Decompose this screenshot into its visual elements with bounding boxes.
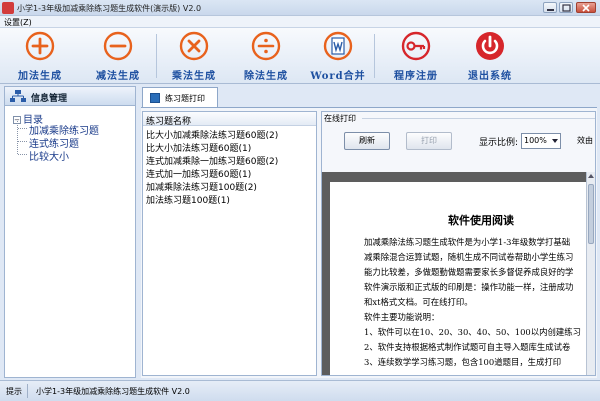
list-item[interactable]: 连式加一加练习题60题(1)	[146, 167, 251, 180]
register-button[interactable]: 程序注册	[384, 30, 448, 82]
sitemap-icon	[10, 90, 26, 102]
tab-exercise-print[interactable]: 练习题打印	[142, 87, 218, 108]
status-divider	[27, 384, 28, 398]
panel-title: 信息管理	[31, 94, 68, 104]
multiply-generate-button[interactable]: 乘法生成	[162, 30, 226, 82]
menu-settings[interactable]: 设置(Z)	[4, 17, 32, 28]
tree-item-compare[interactable]: 比较大小	[18, 148, 69, 163]
exit-label: 退出系统	[468, 71, 512, 82]
preview-page: 软件使用阅读 加减乘除法练习题生成软件是为小学1-3年级数学打基础 减乘除混合运…	[330, 182, 588, 375]
document-line: 能力比较差，多做题勤做题需要家长多督促养成良好的学	[364, 267, 574, 277]
maximize-button[interactable]	[559, 2, 573, 13]
app-icon	[2, 2, 14, 14]
toolbar: 加法生成 减法生成 乘法生成 除法生成 Word合并 程序注册 退出系统	[0, 28, 600, 84]
add-generate-button[interactable]: 加法生成	[8, 30, 72, 82]
menu-bar: 设置(Z)	[0, 16, 600, 28]
toolbar-separator	[156, 34, 157, 78]
maximize-icon	[562, 4, 571, 12]
list-column-header[interactable]: 练习题名称	[143, 112, 316, 127]
list-item[interactable]: 连式加减乘除一加练习题60题(2)	[146, 154, 278, 167]
status-bar: 提示 小学1-3年级加减乘除练习题生成软件 V2.0	[0, 380, 600, 401]
scroll-up-icon[interactable]	[588, 174, 594, 178]
document-line: 1、软件可以在10、20、30、40、50、100以内创建练习	[364, 327, 581, 337]
times-icon	[179, 31, 209, 61]
tab-strip: 练习题打印	[141, 86, 597, 108]
list-item[interactable]: 比大小加减乘除法练习题60题(2)	[146, 128, 278, 141]
divide-generate-label: 除法生成	[244, 71, 288, 82]
minus-icon	[103, 31, 133, 61]
exit-button[interactable]: 退出系统	[458, 30, 522, 82]
list-item[interactable]: 比大小加法练习题60题(1)	[146, 141, 251, 154]
list-item[interactable]: 加法练习题100题(1)	[146, 193, 230, 206]
minimize-button[interactable]	[543, 2, 557, 13]
tab-content: 练习题名称 比大小加减乘除法练习题60题(2) 比大小加法练习题60题(1) 连…	[141, 108, 597, 378]
chevron-down-icon	[552, 139, 558, 143]
document-title: 软件使用阅读	[448, 214, 514, 227]
minimize-icon	[547, 9, 554, 11]
close-button[interactable]	[576, 2, 596, 13]
key-icon	[401, 31, 431, 61]
divide-icon	[251, 31, 281, 61]
document-line: 和xt格式文档。可在线打印。	[364, 297, 473, 307]
scale-label: 显示比例:	[479, 138, 519, 148]
power-icon	[476, 32, 504, 60]
document-line: 2、软件支持根据格式制作试题可自主导入题库生成试卷	[364, 342, 571, 352]
exercise-list: 练习题名称 比大小加减乘除法练习题60题(2) 比大小加法练习题60题(1) 连…	[142, 111, 317, 376]
word-merge-button[interactable]: Word合并	[306, 30, 370, 82]
document-line: 软件演示版和正式版的印刷是：操作功能一样，注册成功	[364, 282, 574, 292]
group-rule	[362, 118, 595, 119]
scroll-thumb[interactable]	[588, 184, 594, 244]
panel-header: 信息管理	[5, 87, 135, 106]
register-label: 程序注册	[394, 71, 438, 82]
plus-icon	[25, 31, 55, 61]
refresh-button[interactable]: 刷新	[344, 132, 390, 150]
document-line: 加减乘除法练习题生成软件是为小学1-3年级数学打基础	[364, 237, 571, 247]
info-management-panel: 信息管理 − 目录 加减乘除练习题 连式练习题 比较大小	[4, 86, 136, 378]
word-document-icon	[323, 31, 353, 61]
document-line: 3、连续数学学习练习题，包含100道题目，生成打印	[364, 357, 562, 367]
vertical-scrollbar[interactable]	[586, 172, 595, 375]
print-preview[interactable]: 软件使用阅读 加减乘除法练习题生成软件是为小学1-3年级数学打基础 减乘除混合运…	[322, 172, 595, 375]
window-title: 小学1-3年级加减乘除练习题生成软件(演示版) V2.0	[17, 4, 202, 13]
status-label: 提示	[6, 387, 22, 396]
toolbar-separator	[374, 34, 375, 78]
print-button[interactable]: 打印	[406, 132, 452, 150]
tab-icon	[150, 93, 160, 103]
scale-select[interactable]: 100%	[521, 133, 561, 149]
status-text: 小学1-3年级加减乘除练习题生成软件 V2.0	[36, 387, 190, 396]
document-line: 减乘除混合运算试题，随机生成不同试卷帮助小学生练习	[364, 252, 574, 262]
add-generate-label: 加法生成	[18, 71, 62, 82]
subtract-generate-label: 减法生成	[96, 71, 140, 82]
close-icon	[582, 4, 590, 12]
effect-label: 效由	[577, 136, 593, 145]
group-label: 在线打印	[324, 113, 358, 124]
online-print-group: 在线打印 刷新 打印 显示比例: 100% 效由 软件使用阅读 加减乘除法练习题…	[321, 111, 596, 376]
multiply-generate-label: 乘法生成	[172, 71, 216, 82]
subtract-generate-button[interactable]: 减法生成	[86, 30, 150, 82]
divide-generate-button[interactable]: 除法生成	[234, 30, 298, 82]
title-bar: 小学1-3年级加减乘除练习题生成软件(演示版) V2.0	[0, 0, 600, 16]
tree-connector	[17, 121, 18, 154]
tab-label: 练习题打印	[165, 94, 205, 103]
word-merge-label: Word合并	[310, 71, 366, 82]
list-item[interactable]: 加减乘除法练习题100题(2)	[146, 180, 257, 193]
document-line: 软件主要功能说明：	[364, 312, 440, 322]
